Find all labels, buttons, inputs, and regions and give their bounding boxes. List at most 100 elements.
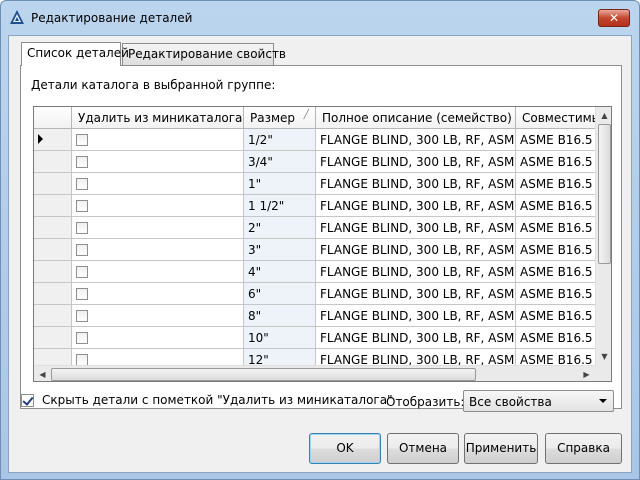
table-row[interactable]: 10" FLANGE BLIND, 300 LB, RF, ASME ... ASM… <box>34 327 595 349</box>
size-cell[interactable]: 3" <box>244 239 316 261</box>
row-header[interactable] <box>34 261 72 283</box>
standard-cell[interactable]: ASME B16.5 <box>516 217 595 239</box>
remove-checkbox[interactable] <box>76 288 88 300</box>
size-cell[interactable]: 3/4" <box>244 151 316 173</box>
table-row[interactable]: 1 1/2" FLANGE BLIND, 300 LB, RF, ASME ...… <box>34 195 595 217</box>
description-cell[interactable]: FLANGE BLIND, 300 LB, RF, ASME ... <box>316 217 516 239</box>
remove-cell[interactable] <box>72 239 244 261</box>
column-header-standard[interactable]: Совместимый стандарт <box>516 107 595 129</box>
table-row[interactable]: 6" FLANGE BLIND, 300 LB, RF, ASME ... ASME… <box>34 283 595 305</box>
remove-checkbox[interactable] <box>76 134 88 146</box>
standard-cell[interactable]: ASME B16.5 <box>516 129 595 151</box>
tab-parts-list[interactable]: Список деталей <box>21 42 129 66</box>
apply-button[interactable]: Применить <box>464 433 538 464</box>
row-header[interactable] <box>34 129 72 151</box>
scroll-up-icon[interactable]: ▲ <box>596 107 611 124</box>
remove-checkbox[interactable] <box>76 222 88 234</box>
remove-cell[interactable] <box>72 349 244 365</box>
size-cell[interactable]: 2" <box>244 217 316 239</box>
remove-cell[interactable] <box>72 195 244 217</box>
row-header[interactable] <box>34 327 72 349</box>
remove-checkbox[interactable] <box>76 244 88 256</box>
row-header[interactable] <box>34 349 72 365</box>
row-header[interactable] <box>34 151 72 173</box>
description-cell[interactable]: FLANGE BLIND, 300 LB, RF, ASME ... <box>316 349 516 365</box>
remove-cell[interactable] <box>72 327 244 349</box>
size-cell[interactable]: 6" <box>244 283 316 305</box>
size-cell[interactable]: 12" <box>244 349 316 365</box>
title-bar[interactable]: Редактирование деталей ✕ <box>1 1 639 35</box>
size-cell[interactable]: 10" <box>244 327 316 349</box>
standard-cell[interactable]: ASME B16.5 <box>516 151 595 173</box>
remove-cell[interactable] <box>72 173 244 195</box>
table-row[interactable]: 3/4" FLANGE BLIND, 300 LB, RF, ASME ... AS… <box>34 151 595 173</box>
standard-cell[interactable]: ASME B16.5 <box>516 261 595 283</box>
column-header-remove[interactable]: Удалить из миникаталога <box>72 107 244 129</box>
description-cell[interactable]: FLANGE BLIND, 300 LB, RF, ASME ... <box>316 327 516 349</box>
vertical-scroll-thumb[interactable] <box>598 124 611 264</box>
remove-checkbox[interactable] <box>76 156 88 168</box>
remove-checkbox[interactable] <box>76 310 88 322</box>
table-row[interactable]: 12" FLANGE BLIND, 300 LB, RF, ASME ... ASM… <box>34 349 595 365</box>
standard-cell[interactable]: ASME B16.5 <box>516 195 595 217</box>
remove-checkbox[interactable] <box>76 354 88 365</box>
size-cell[interactable]: 8" <box>244 305 316 327</box>
row-header[interactable] <box>34 283 72 305</box>
remove-cell[interactable] <box>72 305 244 327</box>
description-cell[interactable]: FLANGE BLIND, 300 LB, RF, ASME ... <box>316 261 516 283</box>
standard-cell[interactable]: ASME B16.5 <box>516 305 595 327</box>
description-cell[interactable]: FLANGE BLIND, 300 LB, RF, ASME ... <box>316 129 516 151</box>
row-header[interactable] <box>34 217 72 239</box>
row-header[interactable] <box>34 239 72 261</box>
remove-cell[interactable] <box>72 283 244 305</box>
remove-cell[interactable] <box>72 129 244 151</box>
standard-cell[interactable]: ASME B16.5 <box>516 283 595 305</box>
table-row[interactable]: 1/2" FLANGE BLIND, 300 LB, RF, ASME ... AS… <box>34 129 595 151</box>
table-row[interactable]: 4" FLANGE BLIND, 300 LB, RF, ASME ... ASME… <box>34 261 595 283</box>
description-cell[interactable]: FLANGE BLIND, 300 LB, RF, ASME ... <box>316 283 516 305</box>
size-cell[interactable]: 1 1/2" <box>244 195 316 217</box>
remove-cell[interactable] <box>72 261 244 283</box>
column-header-description[interactable]: Полное описание (семейство) <box>316 107 516 129</box>
description-cell[interactable]: FLANGE BLIND, 300 LB, RF, ASME ... <box>316 305 516 327</box>
description-cell[interactable]: FLANGE BLIND, 300 LB, RF, ASME ... <box>316 239 516 261</box>
remove-checkbox[interactable] <box>76 200 88 212</box>
standard-cell[interactable]: ASME B16.5 <box>516 327 595 349</box>
ok-button[interactable]: OK <box>309 433 381 464</box>
remove-checkbox[interactable] <box>76 178 88 190</box>
description-cell[interactable]: FLANGE BLIND, 300 LB, RF, ASME ... <box>316 195 516 217</box>
close-button[interactable]: ✕ <box>598 9 630 27</box>
tab-edit-properties[interactable]: Редактирование свойств <box>122 43 286 65</box>
vertical-scrollbar[interactable]: ▲ ▼ <box>595 107 611 365</box>
hide-removed-label[interactable]: Скрыть детали с пометкой "Удалить из мин… <box>42 393 393 407</box>
scroll-right-icon[interactable]: ▶ <box>578 366 595 381</box>
table-row[interactable]: 3" FLANGE BLIND, 300 LB, RF, ASME ... ASME… <box>34 239 595 261</box>
standard-cell[interactable]: ASME B16.5 <box>516 239 595 261</box>
display-select[interactable]: Все свойства <box>463 390 614 412</box>
size-cell[interactable]: 1" <box>244 173 316 195</box>
remove-checkbox[interactable] <box>76 266 88 278</box>
scroll-down-icon[interactable]: ▼ <box>596 348 611 365</box>
description-cell[interactable]: FLANGE BLIND, 300 LB, RF, ASME ... <box>316 151 516 173</box>
hide-removed-checkbox[interactable] <box>21 394 34 407</box>
standard-cell[interactable]: ASME B16.5 <box>516 173 595 195</box>
scroll-left-icon[interactable]: ◀ <box>34 366 51 381</box>
horizontal-scrollbar[interactable]: ◀ ▶ <box>34 365 595 381</box>
horizontal-scroll-thumb[interactable] <box>51 368 476 381</box>
row-header[interactable] <box>34 173 72 195</box>
size-cell[interactable]: 1/2" <box>244 129 316 151</box>
standard-cell[interactable]: ASME B16.5 <box>516 349 595 365</box>
remove-checkbox[interactable] <box>76 332 88 344</box>
row-header[interactable] <box>34 195 72 217</box>
table-row[interactable]: 8" FLANGE BLIND, 300 LB, RF, ASME ... ASME… <box>34 305 595 327</box>
column-header-size[interactable]: Размер ╱ <box>244 107 316 129</box>
description-cell[interactable]: FLANGE BLIND, 300 LB, RF, ASME ... <box>316 173 516 195</box>
remove-cell[interactable] <box>72 151 244 173</box>
size-cell[interactable]: 4" <box>244 261 316 283</box>
remove-cell[interactable] <box>72 217 244 239</box>
table-row[interactable]: 1" FLANGE BLIND, 300 LB, RF, ASME ... ASME… <box>34 173 595 195</box>
help-button[interactable]: Справка <box>545 433 622 464</box>
row-header[interactable] <box>34 305 72 327</box>
table-row[interactable]: 2" FLANGE BLIND, 300 LB, RF, ASME ... ASME… <box>34 217 595 239</box>
cancel-button[interactable]: Отмена <box>387 433 459 464</box>
